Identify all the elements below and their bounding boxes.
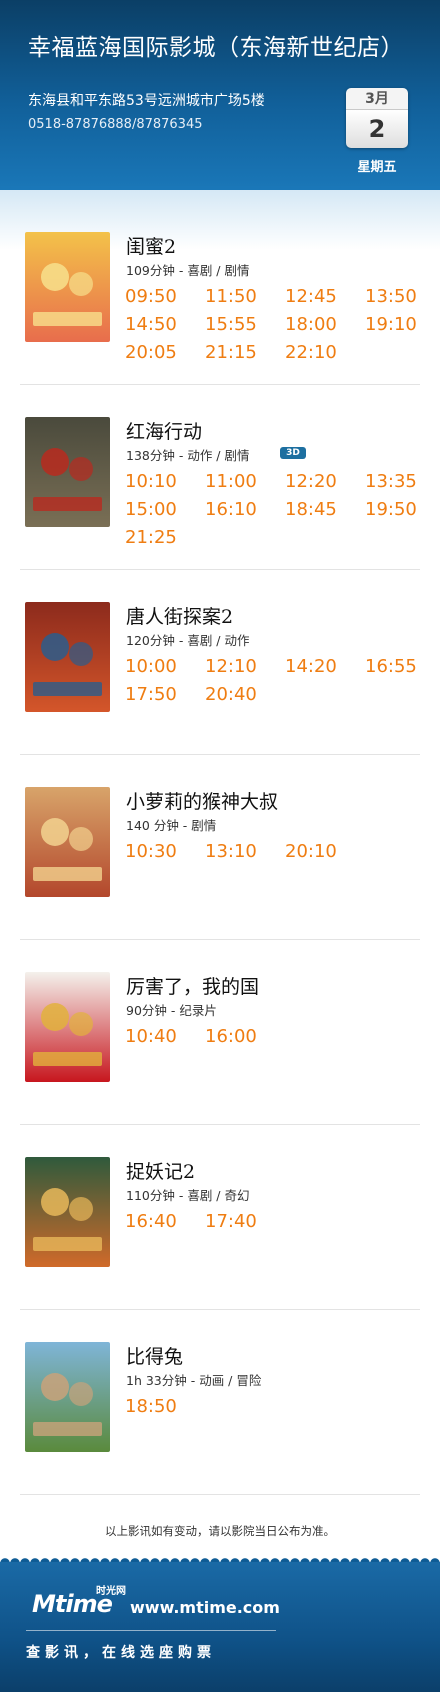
showtime[interactable]: 13:10 bbox=[205, 841, 285, 862]
showtime-grid: 10:10 11:00 12:20 13:35 15:00 16:10 18:45 19:50… bbox=[125, 471, 425, 548]
movie-divider bbox=[20, 754, 420, 755]
movie-meta: 140 分钟 - 剧情 bbox=[126, 818, 217, 833]
showtime[interactable]: 12:20 bbox=[285, 471, 365, 492]
showtime[interactable]: 14:20 bbox=[285, 656, 365, 677]
showtime[interactable]: 18:50 bbox=[125, 1396, 205, 1417]
footer-divider bbox=[26, 1630, 276, 1631]
showtime[interactable]: 22:10 bbox=[285, 342, 365, 363]
cinema-name: 幸福蓝海国际影城（东海新世纪店） bbox=[28, 35, 404, 61]
showtime[interactable]: 21:25 bbox=[125, 527, 205, 548]
calendar-month: 3月 bbox=[346, 88, 408, 110]
movie-title[interactable]: 红海行动 bbox=[126, 417, 202, 444]
movie-poster[interactable] bbox=[25, 787, 110, 897]
showtime[interactable]: 15:00 bbox=[125, 499, 205, 520]
cinema-phone[interactable]: 0518-87876888/87876345 bbox=[28, 117, 203, 132]
movie-divider bbox=[20, 1309, 420, 1310]
movie-divider bbox=[20, 939, 420, 940]
showtime-grid: 10:00 12:10 14:20 16:55 17:50 20:40 bbox=[125, 656, 425, 705]
movie-title[interactable]: 闺蜜2 bbox=[126, 232, 176, 259]
showtime[interactable]: 14:50 bbox=[125, 314, 205, 335]
movie-title[interactable]: 厉害了，我的国 bbox=[126, 972, 259, 999]
movie-title[interactable]: 比得兔 bbox=[126, 1342, 183, 1369]
movie-divider bbox=[20, 569, 420, 570]
calendar-day: 2 bbox=[346, 110, 408, 148]
showtime[interactable]: 18:00 bbox=[285, 314, 365, 335]
footer-slogan: 查影讯，在线选座购票 bbox=[26, 1645, 216, 1661]
movie-meta: 120分钟 - 喜剧 / 动作 bbox=[126, 633, 250, 648]
showtime[interactable]: 20:05 bbox=[125, 342, 205, 363]
showtime[interactable]: 11:00 bbox=[205, 471, 285, 492]
showtime[interactable]: 19:50 bbox=[365, 499, 435, 520]
showtime[interactable]: 13:35 bbox=[365, 471, 435, 492]
movie-title[interactable]: 捉妖记2 bbox=[126, 1157, 195, 1184]
calendar-date: 3月 2 bbox=[346, 88, 408, 148]
showtime-grid: 09:50 11:50 12:45 13:50 14:50 15:55 18:00 19:10… bbox=[125, 286, 425, 363]
showtime-grid: 10:30 13:10 20:10 bbox=[125, 841, 425, 862]
showtime[interactable]: 20:40 bbox=[205, 684, 285, 705]
movie-item[interactable]: 闺蜜2 109分钟 - 喜剧 / 剧情 09:50 11:50 12:45 13:50 14… bbox=[0, 210, 440, 395]
showtime[interactable]: 11:50 bbox=[205, 286, 285, 307]
showtime[interactable]: 12:10 bbox=[205, 656, 285, 677]
showtime[interactable]: 17:40 bbox=[205, 1211, 285, 1232]
movie-item[interactable]: 捉妖记2 110分钟 - 喜剧 / 奇幻 16:40 17:40 bbox=[0, 1135, 440, 1320]
movie-poster[interactable] bbox=[25, 417, 110, 527]
movie-title[interactable]: 唐人街探案2 bbox=[126, 602, 233, 629]
showtime-grid: 10:40 16:00 bbox=[125, 1026, 425, 1047]
movie-meta: 138分钟 - 动作 / 剧情 bbox=[126, 448, 250, 463]
movie-item[interactable]: 比得兔 1h 33分钟 - 动画 / 冒险 18:50 bbox=[0, 1320, 440, 1505]
showtime[interactable]: 20:10 bbox=[285, 841, 365, 862]
format-3d-badge: 3D bbox=[280, 447, 306, 459]
movie-poster[interactable] bbox=[25, 232, 110, 342]
movie-meta: 90分钟 - 纪录片 bbox=[126, 1003, 217, 1018]
showtime[interactable]: 16:55 bbox=[365, 656, 435, 677]
movie-item[interactable]: 厉害了，我的国 90分钟 - 纪录片 10:40 16:00 bbox=[0, 950, 440, 1135]
showtime[interactable]: 09:50 bbox=[125, 286, 205, 307]
schedule-notice: 以上影讯如有变动，请以影院当日公布为准。 bbox=[105, 1524, 335, 1538]
showtime[interactable]: 10:40 bbox=[125, 1026, 205, 1047]
showtime[interactable]: 17:50 bbox=[125, 684, 205, 705]
movie-poster[interactable] bbox=[25, 1342, 110, 1452]
movie-meta: 110分钟 - 喜剧 / 奇幻 bbox=[126, 1188, 250, 1203]
showtime[interactable]: 10:30 bbox=[125, 841, 205, 862]
movie-poster[interactable] bbox=[25, 1157, 110, 1267]
weekday-label: 星期五 bbox=[357, 160, 397, 175]
showtime[interactable]: 15:55 bbox=[205, 314, 285, 335]
mtime-footer: Mtime 时光网 www.mtime.com 查影讯，在线选座购票 bbox=[0, 1562, 440, 1692]
mtime-url-link[interactable]: www.mtime.com bbox=[130, 1598, 280, 1617]
movie-title[interactable]: 小萝莉的猴神大叔 bbox=[126, 787, 278, 814]
movie-divider bbox=[20, 1494, 420, 1495]
showtime-grid: 18:50 bbox=[125, 1396, 425, 1417]
movie-divider bbox=[20, 384, 420, 385]
showtime[interactable]: 18:45 bbox=[285, 499, 365, 520]
movie-item[interactable]: 红海行动 138分钟 - 动作 / 剧情 3D 10:10 11:00 12:20 13:3… bbox=[0, 395, 440, 580]
showtime[interactable]: 16:10 bbox=[205, 499, 285, 520]
movie-poster[interactable] bbox=[25, 602, 110, 712]
movie-meta: 109分钟 - 喜剧 / 剧情 bbox=[126, 263, 250, 278]
showtime-grid: 16:40 17:40 bbox=[125, 1211, 425, 1232]
mtime-logo[interactable]: Mtime 时光网 bbox=[26, 1584, 126, 1624]
movie-poster[interactable] bbox=[25, 972, 110, 1082]
showtime[interactable]: 16:40 bbox=[125, 1211, 205, 1232]
logo-subtitle: 时光网 bbox=[96, 1586, 126, 1597]
movie-divider bbox=[20, 1124, 420, 1125]
cinema-address: 东海县和平东路53号远洲城市广场5楼 bbox=[28, 93, 265, 109]
showtime[interactable]: 19:10 bbox=[365, 314, 435, 335]
movie-meta: 1h 33分钟 - 动画 / 冒险 bbox=[126, 1373, 262, 1388]
showtime[interactable]: 16:00 bbox=[205, 1026, 285, 1047]
showtime[interactable]: 10:00 bbox=[125, 656, 205, 677]
cinema-header: 幸福蓝海国际影城（东海新世纪店） 东海县和平东路53号远洲城市广场5楼 0518… bbox=[0, 0, 440, 190]
showtime[interactable]: 21:15 bbox=[205, 342, 285, 363]
movie-item[interactable]: 小萝莉的猴神大叔 140 分钟 - 剧情 10:30 13:10 20:10 bbox=[0, 765, 440, 950]
showtime[interactable]: 13:50 bbox=[365, 286, 435, 307]
showtime[interactable]: 12:45 bbox=[285, 286, 365, 307]
movie-item[interactable]: 唐人街探案2 120分钟 - 喜剧 / 动作 10:00 12:10 14:20 16:5… bbox=[0, 580, 440, 765]
showtime[interactable]: 10:10 bbox=[125, 471, 205, 492]
